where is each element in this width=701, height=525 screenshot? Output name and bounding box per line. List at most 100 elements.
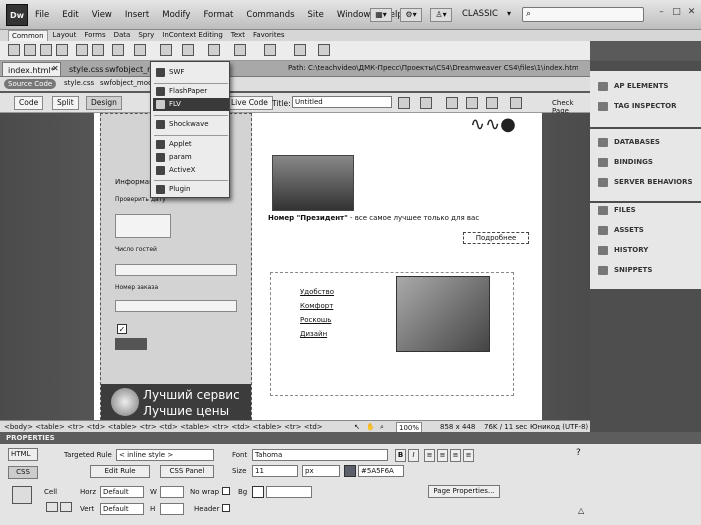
close-icon[interactable]: ✕ <box>686 7 697 18</box>
justify-icon[interactable]: ≡ <box>463 449 474 462</box>
user-icon[interactable]: ♙▾ <box>430 8 452 22</box>
feature-link[interactable]: Роскошь <box>300 316 331 324</box>
layout-icon[interactable]: ▦▾ <box>370 8 392 22</box>
tag-chooser-icon[interactable] <box>318 44 330 56</box>
media-flashpaper[interactable]: FlashPaper <box>153 85 229 98</box>
nowrap-checkbox[interactable] <box>222 487 230 495</box>
vert-select[interactable]: Default <box>100 503 144 515</box>
media-applet[interactable]: Applet <box>153 138 229 151</box>
menu-file[interactable]: File <box>34 8 50 22</box>
color-input[interactable]: #5A5F6A <box>358 465 404 477</box>
tab-incontext[interactable]: InContext Editing <box>159 30 226 41</box>
panel-history[interactable]: HISTORY <box>598 243 698 257</box>
visual-aids-icon[interactable] <box>486 97 498 109</box>
menu-insert[interactable]: Insert <box>124 8 150 22</box>
header-checkbox[interactable] <box>222 504 230 512</box>
close-icon[interactable]: ✕ <box>52 64 59 73</box>
font-select[interactable]: Tahoma <box>252 449 388 461</box>
menu-site[interactable]: Site <box>307 8 325 22</box>
merge-cells-icon[interactable] <box>46 502 58 512</box>
hr-icon[interactable] <box>56 44 68 56</box>
templates-icon[interactable] <box>294 44 306 56</box>
related-swfobject[interactable]: swfobject_moc <box>100 79 152 87</box>
order-field[interactable] <box>115 300 237 312</box>
panel-ap-elements[interactable]: AP ELEMENTS <box>598 79 698 93</box>
panel-files[interactable]: FILES <box>598 203 698 217</box>
panel-databases[interactable]: DATABASES <box>598 135 698 149</box>
properties-header[interactable]: PROPERTIES <box>0 432 701 444</box>
tab-favorites[interactable]: Favorites <box>250 30 288 41</box>
validate-icon[interactable] <box>510 97 522 109</box>
tab-data[interactable]: Data <box>111 30 134 41</box>
refresh-icon[interactable] <box>446 97 458 109</box>
minimize-icon[interactable]: – <box>656 7 667 18</box>
media-icon[interactable] <box>134 44 146 56</box>
script-icon[interactable] <box>264 44 276 56</box>
split-view-button[interactable]: Split <box>52 96 79 110</box>
unit-select[interactable]: px <box>302 465 340 477</box>
menu-format[interactable]: Format <box>202 8 234 22</box>
tab-forms[interactable]: Forms <box>81 30 108 41</box>
date-field[interactable] <box>115 214 171 238</box>
help-icon[interactable]: ? <box>576 448 581 458</box>
chevron-down-icon[interactable]: ▾ <box>507 9 511 18</box>
tab-text[interactable]: Text <box>228 30 248 41</box>
search-input[interactable]: ⌕ <box>522 7 644 22</box>
css-panel-button[interactable]: CSS Panel <box>160 465 214 478</box>
table-icon[interactable] <box>76 44 88 56</box>
panel-tag-inspector[interactable]: TAG INSPECTOR <box>598 99 698 113</box>
live-code-button[interactable]: Live Code <box>226 96 273 110</box>
agree-checkbox[interactable]: ✓ <box>117 324 127 334</box>
file-management-icon[interactable] <box>398 97 410 109</box>
feature-link[interactable]: Удобство <box>300 288 334 296</box>
html-mode-button[interactable]: HTML <box>8 448 38 461</box>
related-source-code[interactable]: Source Code <box>4 79 57 89</box>
maximize-icon[interactable]: □ <box>671 7 682 18</box>
size-select[interactable]: 11 <box>252 465 298 477</box>
color-swatch[interactable] <box>344 465 356 477</box>
image-icon[interactable] <box>112 44 124 56</box>
align-left-icon[interactable]: ≡ <box>424 449 435 462</box>
css-mode-button[interactable]: CSS <box>8 466 38 479</box>
bold-button[interactable]: B <box>395 449 406 462</box>
anchor-icon[interactable] <box>40 44 52 56</box>
server-include-icon[interactable] <box>182 44 194 56</box>
panel-snippets[interactable]: SNIPPETS <box>598 263 698 277</box>
feature-link[interactable]: Комфорт <box>300 302 333 310</box>
bg-color-input[interactable] <box>266 486 312 498</box>
head-icon[interactable] <box>234 44 246 56</box>
bg-color-picker[interactable] <box>252 486 264 498</box>
email-link-icon[interactable] <box>24 44 36 56</box>
tab-common[interactable]: Common <box>8 30 48 41</box>
expand-icon[interactable]: △ <box>578 506 584 515</box>
height-input[interactable] <box>160 503 184 515</box>
design-view-button[interactable]: Design <box>86 96 122 110</box>
related-style-css[interactable]: style.css <box>64 79 94 87</box>
gear-icon[interactable]: ⚙▾ <box>400 8 422 22</box>
submit-button[interactable] <box>115 338 147 350</box>
media-shockwave[interactable]: Shockwave <box>153 118 229 131</box>
width-input[interactable] <box>160 486 184 498</box>
align-right-icon[interactable]: ≡ <box>450 449 461 462</box>
tab-layout[interactable]: Layout <box>50 30 80 41</box>
guests-field[interactable] <box>115 264 237 276</box>
panel-server-behaviors[interactable]: SERVER BEHAVIORS <box>598 175 698 189</box>
page-properties-button[interactable]: Page Properties... <box>428 485 500 498</box>
div-icon[interactable] <box>92 44 104 56</box>
align-center-icon[interactable]: ≡ <box>437 449 448 462</box>
split-cell-icon[interactable] <box>60 502 72 512</box>
media-flv[interactable]: FLV <box>153 98 229 111</box>
menu-view[interactable]: View <box>91 8 113 22</box>
hyperlink-icon[interactable] <box>8 44 20 56</box>
horz-select[interactable]: Default <box>100 486 144 498</box>
media-swf[interactable]: SWF <box>153 66 229 79</box>
menu-edit[interactable]: Edit <box>61 8 79 22</box>
media-param[interactable]: param <box>153 151 229 164</box>
view-options-icon[interactable] <box>466 97 478 109</box>
more-link[interactable]: Подробнее <box>463 232 529 244</box>
menu-modify[interactable]: Modify <box>161 8 191 22</box>
panel-bindings[interactable]: BINDINGS <box>598 155 698 169</box>
code-view-button[interactable]: Code <box>14 96 44 110</box>
tab-spry[interactable]: Spry <box>135 30 157 41</box>
panel-assets[interactable]: ASSETS <box>598 223 698 237</box>
